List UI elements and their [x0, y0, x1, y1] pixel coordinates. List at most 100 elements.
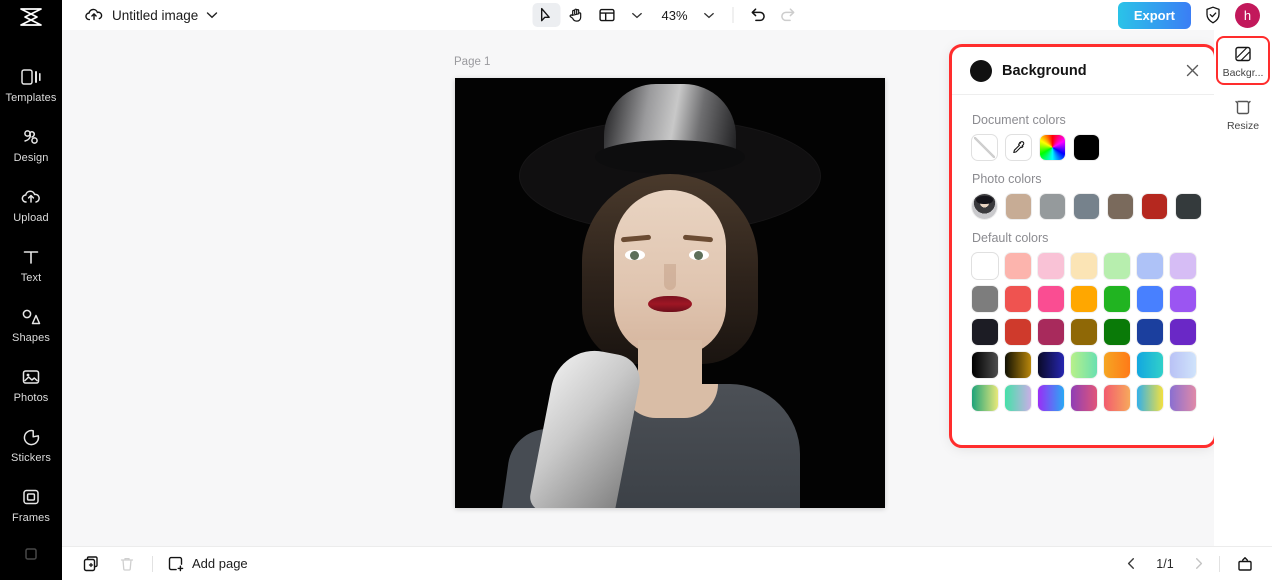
eyedropper-swatch[interactable] — [1006, 135, 1031, 160]
duplicate-page-button[interactable] — [80, 553, 102, 575]
sidebar-item-more[interactable] — [0, 534, 62, 574]
top-toolbar: Untitled image 43% Export h — [62, 0, 1272, 30]
topbar-right-group: Export h — [1117, 1, 1260, 29]
sidebar-item-templates[interactable]: Templates — [0, 54, 62, 114]
shield-check-icon[interactable] — [1203, 5, 1223, 25]
export-button[interactable]: Export — [1117, 1, 1191, 29]
redo-button[interactable] — [774, 3, 802, 27]
chevron-down-icon[interactable] — [206, 11, 218, 19]
bottom-toolbar: Add page 1/1 — [62, 546, 1272, 580]
default-color-swatch[interactable] — [1071, 253, 1097, 279]
default-color-swatch[interactable] — [1071, 352, 1097, 378]
default-color-swatch[interactable] — [1005, 385, 1031, 411]
default-color-swatch[interactable] — [1104, 352, 1130, 378]
default-color-swatch[interactable] — [1005, 253, 1031, 279]
default-color-swatch[interactable] — [1038, 319, 1064, 345]
capcut-logo-icon — [20, 8, 42, 26]
right-rail-item-background[interactable]: Backgr... — [1216, 36, 1270, 85]
right-rail-item-resize[interactable]: Resize — [1218, 91, 1268, 136]
default-color-swatch[interactable] — [972, 385, 998, 411]
hand-icon — [568, 7, 584, 23]
default-color-swatch[interactable] — [1038, 286, 1064, 312]
photo-color-swatch[interactable] — [1108, 194, 1133, 219]
sidebar-item-text[interactable]: Text — [0, 234, 62, 294]
document-title[interactable]: Untitled image — [112, 8, 198, 23]
sidebar-item-design[interactable]: Design — [0, 114, 62, 174]
default-color-swatch[interactable] — [1137, 352, 1163, 378]
default-color-swatch[interactable] — [1104, 253, 1130, 279]
chevron-left-icon[interactable] — [1125, 557, 1138, 570]
sidebar-item-frames[interactable]: Frames — [0, 474, 62, 534]
sidebar-item-shapes[interactable]: Shapes — [0, 294, 62, 354]
default-color-swatch[interactable] — [1038, 352, 1064, 378]
sidebar-item-photos[interactable]: Photos — [0, 354, 62, 414]
app-logo[interactable] — [0, 2, 62, 32]
default-color-swatch[interactable] — [972, 253, 998, 279]
avatar[interactable]: h — [1235, 2, 1260, 28]
default-color-swatch[interactable] — [972, 319, 998, 345]
default-color-swatch[interactable] — [1005, 286, 1031, 312]
text-t-icon — [20, 245, 42, 269]
black-swatch[interactable] — [1074, 135, 1099, 160]
default-color-swatch[interactable] — [1038, 385, 1064, 411]
default-color-swatch[interactable] — [1104, 286, 1130, 312]
default-color-swatch[interactable] — [1005, 319, 1031, 345]
default-color-swatch[interactable] — [1170, 253, 1196, 279]
default-color-swatch[interactable] — [1170, 352, 1196, 378]
right-rail-item-label: Resize — [1226, 120, 1260, 132]
default-color-swatch[interactable] — [1137, 385, 1163, 411]
sidebar-item-label: Photos — [13, 391, 49, 404]
photo-color-swatch[interactable] — [1176, 194, 1201, 219]
default-color-swatch[interactable] — [1137, 286, 1163, 312]
color-wheel-swatch[interactable] — [1040, 135, 1065, 160]
bottom-left-group: Add page — [62, 553, 248, 575]
zoom-level-value[interactable]: 43% — [652, 8, 692, 23]
default-color-swatch[interactable] — [1104, 385, 1130, 411]
photo-color-swatch[interactable] — [1142, 194, 1167, 219]
photo-colors-row — [972, 194, 1201, 219]
default-color-swatch[interactable] — [1071, 319, 1097, 345]
artboard-page-1[interactable] — [455, 78, 885, 508]
layout-tool-button[interactable] — [592, 3, 620, 27]
default-color-swatch[interactable] — [1170, 286, 1196, 312]
default-color-swatch[interactable] — [1170, 385, 1196, 411]
hand-tool-button[interactable] — [562, 3, 590, 27]
chevron-right-icon[interactable] — [1192, 557, 1205, 570]
sticker-icon — [20, 425, 42, 449]
undo-button[interactable] — [744, 3, 772, 27]
sidebar-item-stickers[interactable]: Stickers — [0, 414, 62, 474]
select-tool-button[interactable] — [532, 3, 561, 27]
add-page-button[interactable]: Add page — [167, 555, 248, 573]
delete-page-button[interactable] — [116, 553, 138, 575]
present-timeline-button[interactable] — [1234, 553, 1256, 575]
sidebar-item-label: Design — [13, 151, 49, 164]
photo-color-swatch[interactable] — [1006, 194, 1031, 219]
photo-thumbnail-swatch[interactable] — [972, 194, 997, 219]
zoom-dropdown-button[interactable] — [695, 3, 723, 27]
default-color-swatch[interactable] — [1071, 385, 1097, 411]
background-panel-header: Background — [952, 47, 1214, 95]
default-color-swatch[interactable] — [1137, 253, 1163, 279]
default-color-swatch[interactable] — [1071, 286, 1097, 312]
layout-dropdown-button[interactable] — [622, 3, 650, 27]
chevron-down-icon — [703, 12, 714, 19]
left-sidebar: Templates Design Upload Text Shapes Phot… — [0, 0, 62, 580]
hat-shadow-shape — [595, 140, 745, 174]
photo-color-swatch[interactable] — [1040, 194, 1065, 219]
photo-color-swatch[interactable] — [1074, 194, 1099, 219]
default-color-swatch[interactable] — [1170, 319, 1196, 345]
default-color-swatch[interactable] — [1038, 253, 1064, 279]
default-color-swatch[interactable] — [1104, 319, 1130, 345]
iris-right — [694, 251, 703, 260]
default-colors-row — [972, 385, 1196, 411]
no-color-swatch[interactable] — [972, 135, 997, 160]
default-color-swatch[interactable] — [972, 286, 998, 312]
default-color-swatch[interactable] — [1137, 319, 1163, 345]
current-background-swatch[interactable] — [970, 59, 992, 82]
default-color-swatch[interactable] — [972, 352, 998, 378]
close-icon[interactable] — [1185, 63, 1200, 78]
default-color-swatch[interactable] — [1005, 352, 1031, 378]
sidebar-item-upload[interactable]: Upload — [0, 174, 62, 234]
toolbar-divider — [732, 7, 734, 23]
default-colors-label: Default colors — [972, 231, 1049, 245]
